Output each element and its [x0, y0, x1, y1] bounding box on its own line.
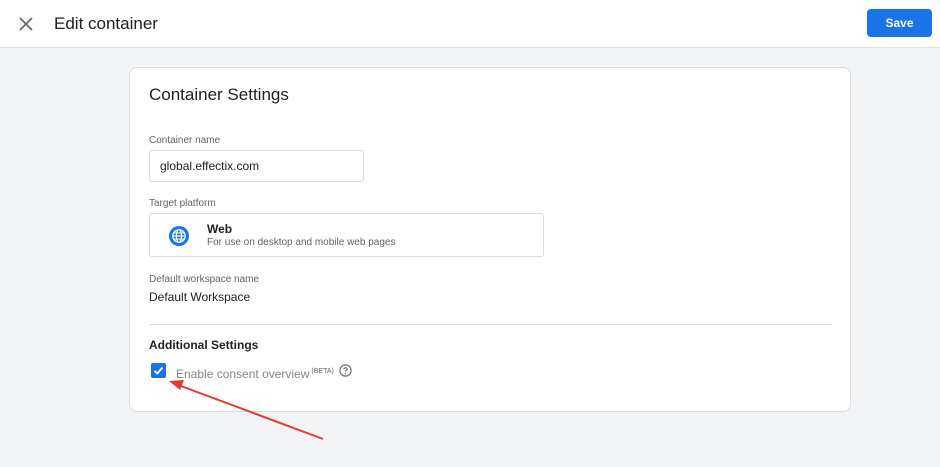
- page-title: Edit container: [54, 14, 158, 33]
- target-platform-option-web[interactable]: Web For use on desktop and mobile web pa…: [149, 213, 544, 257]
- close-button[interactable]: [14, 12, 38, 36]
- consent-overview-checkbox[interactable]: [151, 363, 166, 378]
- consent-overview-text: Enable consent overview: [176, 367, 310, 381]
- platform-description: For use on desktop and mobile web pages: [207, 237, 396, 248]
- platform-name: Web: [207, 222, 233, 236]
- consent-overview-label[interactable]: Enable consent overview (BETA): [176, 367, 334, 381]
- save-button[interactable]: Save: [867, 9, 932, 37]
- beta-badge: (BETA): [311, 368, 334, 375]
- workspace-name-value: Default Workspace: [149, 290, 251, 304]
- checkmark-icon: [153, 366, 164, 375]
- workspace-name-label: Default workspace name: [149, 274, 260, 285]
- section-divider: [149, 324, 832, 325]
- target-platform-label: Target platform: [149, 198, 216, 209]
- top-app-bar: Edit container Save: [0, 0, 940, 48]
- close-icon: [19, 17, 33, 31]
- container-settings-card: Container Settings Container name Target…: [129, 67, 851, 412]
- container-name-input[interactable]: [149, 150, 364, 182]
- card-title: Container Settings: [149, 85, 289, 104]
- additional-settings-title: Additional Settings: [149, 338, 259, 352]
- globe-icon: [169, 226, 189, 246]
- help-icon[interactable]: [339, 364, 352, 377]
- container-name-label: Container name: [149, 135, 221, 146]
